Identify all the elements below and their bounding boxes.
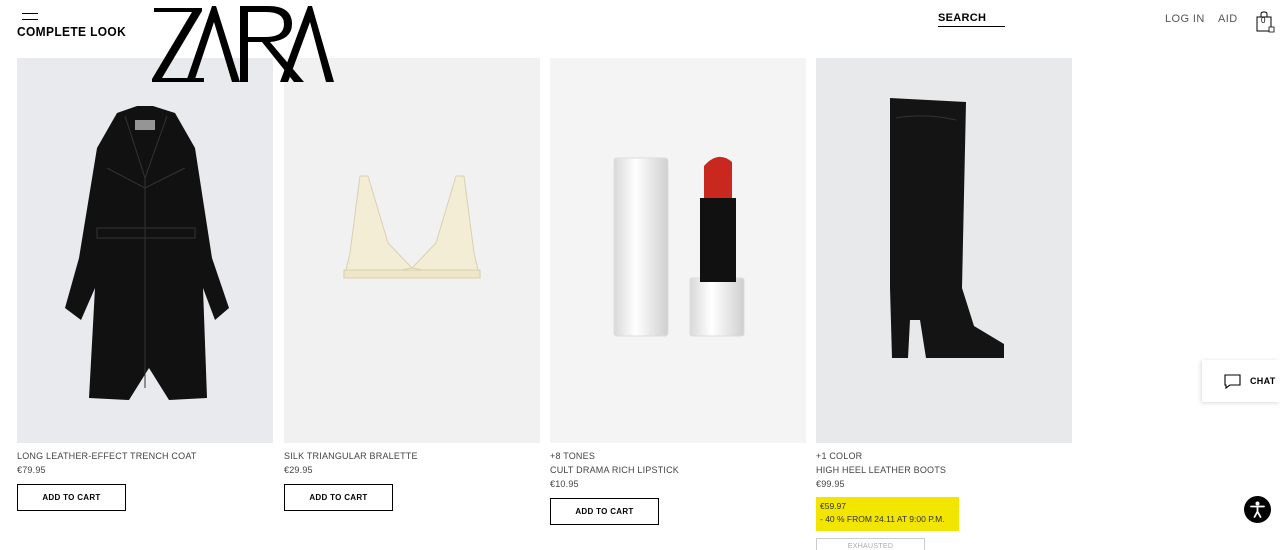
- sale-price: €59.97: [820, 501, 846, 511]
- cart-count: 0: [1261, 16, 1266, 25]
- add-to-cart-button[interactable]: ADD TO CART: [17, 484, 126, 511]
- sale-note: - 40 % FROM 24.11 AT 9:00 P.M.: [820, 514, 945, 524]
- product-price: €10.95: [550, 479, 579, 489]
- product-name[interactable]: CULT DRAMA RICH LIPSTICK: [550, 463, 806, 477]
- login-link[interactable]: LOG IN: [1165, 13, 1205, 25]
- product-image-bralette[interactable]: [284, 58, 540, 443]
- product-variants: +1 COLOR: [816, 451, 863, 461]
- product-price: €29.95: [284, 465, 313, 475]
- add-to-cart-button[interactable]: ADD TO CART: [550, 498, 659, 525]
- add-to-cart-button[interactable]: ADD TO CART: [284, 484, 393, 511]
- product-card: LONG LEATHER-EFFECT TRENCH COAT €79.95 A…: [17, 58, 273, 511]
- product-image-trench-coat[interactable]: [17, 58, 273, 443]
- hamburger-icon[interactable]: [22, 13, 38, 23]
- product-card: +1 COLOR HIGH HEEL LEATHER BOOTS €99.95 …: [816, 58, 1072, 550]
- product-price: €79.95: [17, 465, 46, 475]
- help-link[interactable]: AID: [1218, 13, 1238, 25]
- product-image-boots[interactable]: [816, 58, 1072, 443]
- product-name[interactable]: LONG LEATHER-EFFECT TRENCH COAT: [17, 449, 273, 463]
- chat-bubble-icon: [1224, 373, 1241, 389]
- page-title: COMPLETE LOOK: [17, 24, 127, 39]
- exhausted-button[interactable]: EXHAUSTED: [816, 538, 925, 550]
- product-name[interactable]: SILK TRIANGULAR BRALETTE: [284, 449, 540, 463]
- accessibility-icon: [1250, 501, 1265, 518]
- search-link[interactable]: SEARCH: [938, 12, 1005, 27]
- chat-label: CHAT: [1250, 376, 1276, 386]
- product-variants: +8 TONES: [550, 451, 596, 461]
- product-image-lipstick[interactable]: [550, 58, 806, 443]
- zara-logo[interactable]: [152, 4, 334, 82]
- sale-badge: €59.97 - 40 % FROM 24.11 AT 9:00 P.M.: [816, 497, 959, 531]
- product-price: €99.95: [816, 479, 845, 489]
- accessibility-button[interactable]: [1244, 496, 1271, 523]
- product-name[interactable]: HIGH HEEL LEATHER BOOTS: [816, 463, 1072, 477]
- chat-button[interactable]: CHAT: [1202, 360, 1280, 402]
- product-card: SILK TRIANGULAR BRALETTE €29.95 ADD TO C…: [284, 58, 540, 511]
- product-card: +8 TONES CULT DRAMA RICH LIPSTICK €10.95…: [550, 58, 806, 525]
